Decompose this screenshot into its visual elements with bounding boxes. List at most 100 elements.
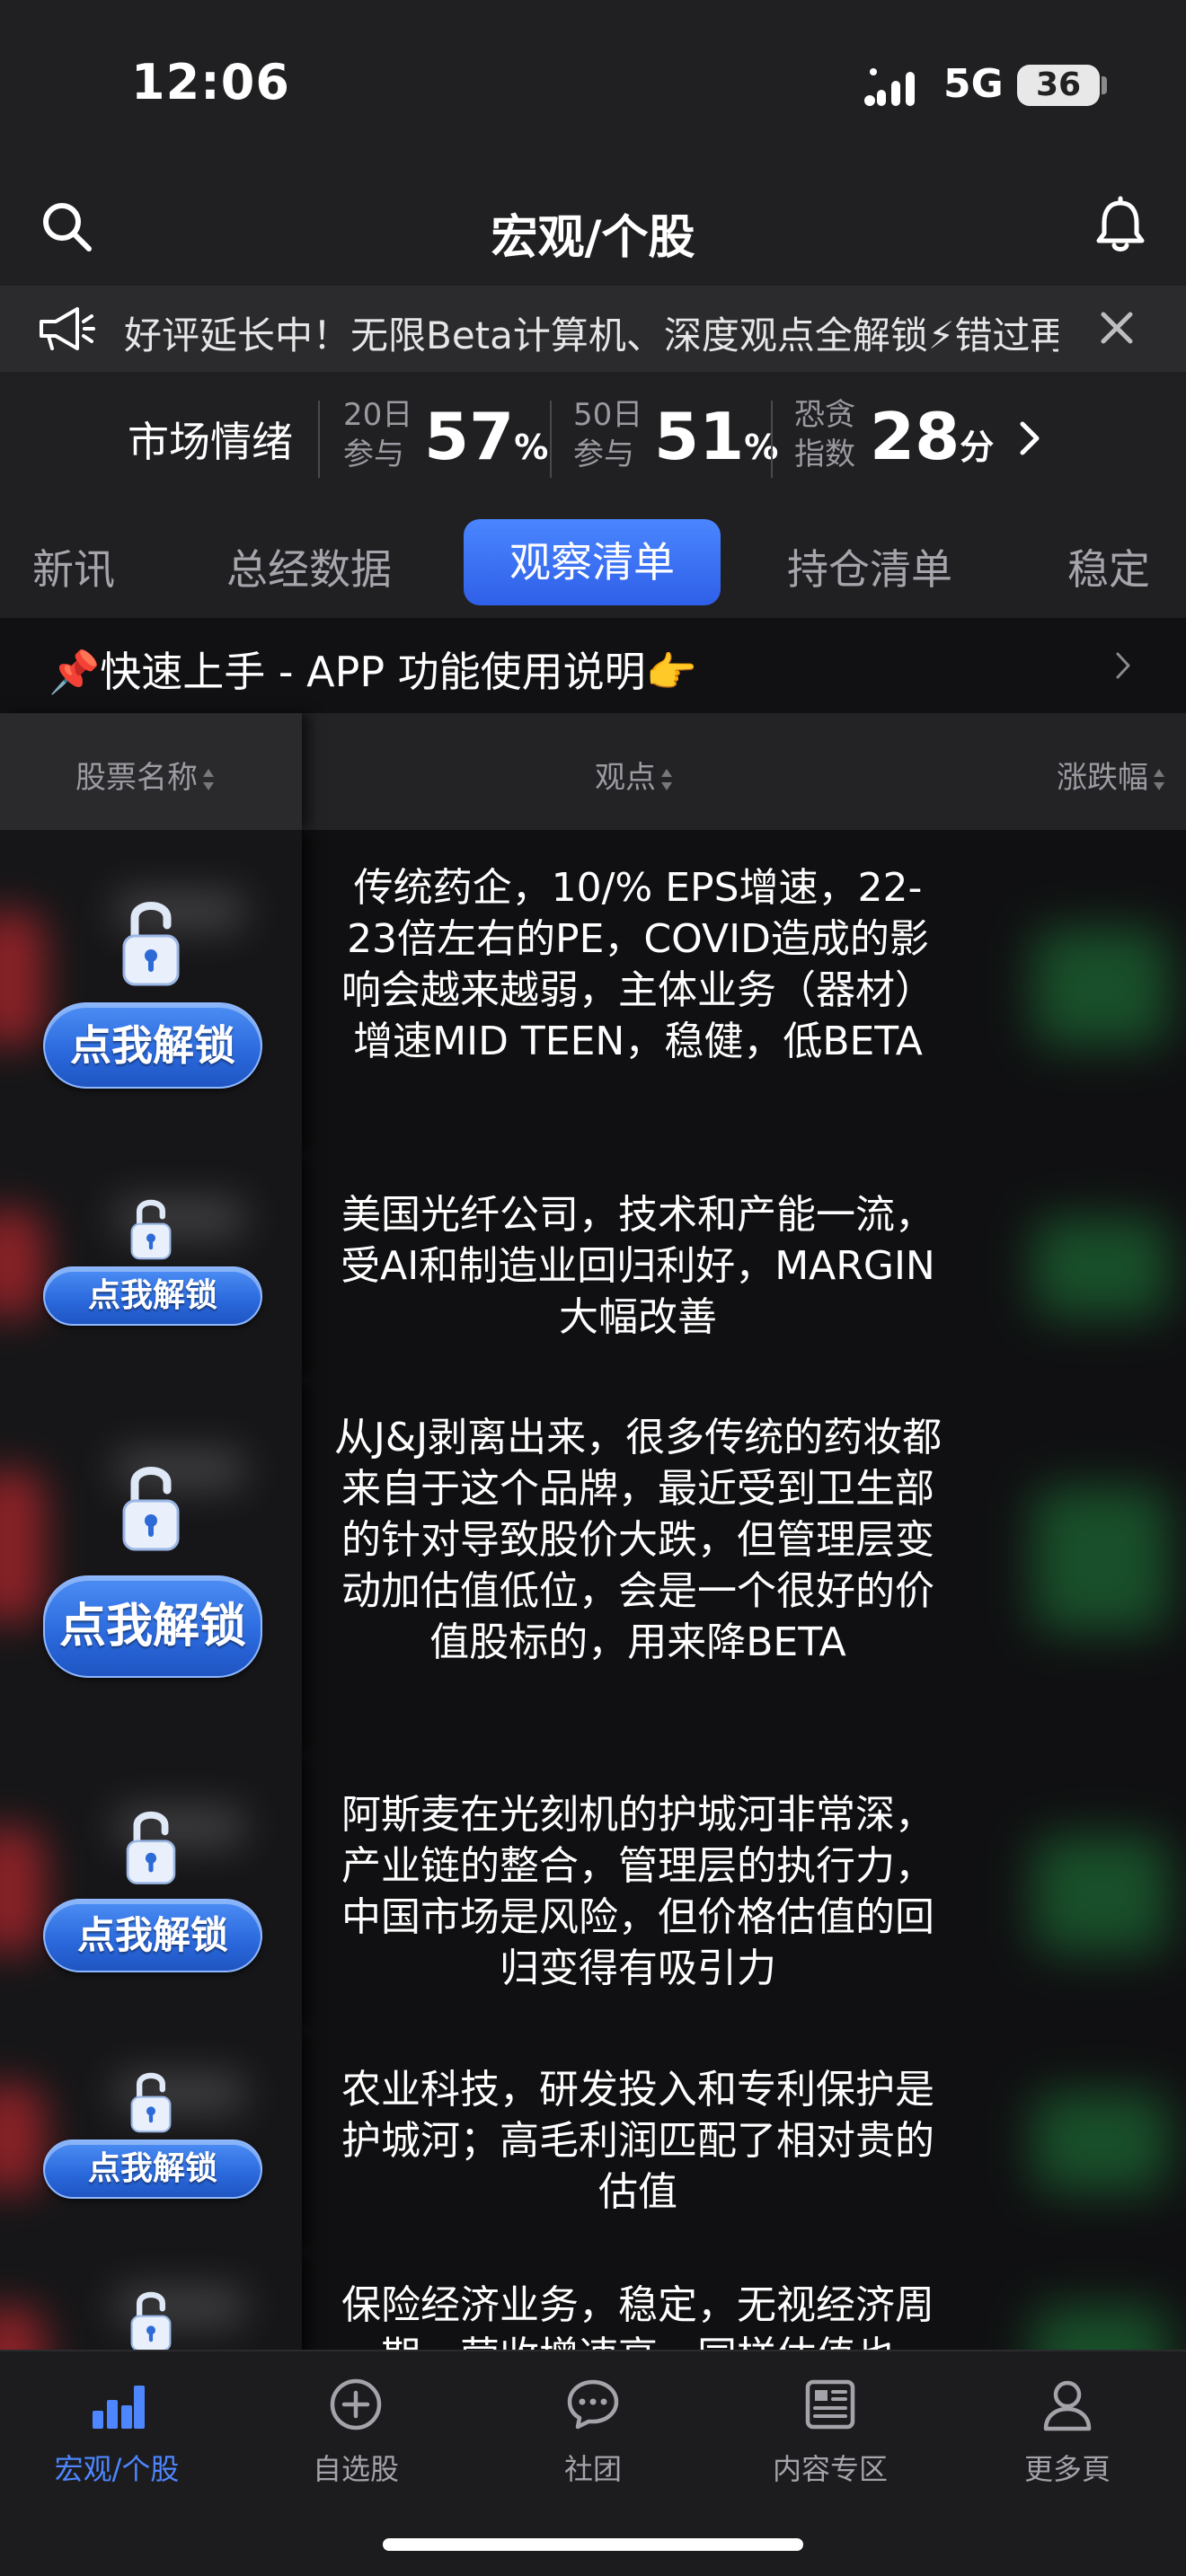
plus-circle-icon	[330, 2378, 382, 2430]
blurred-change	[1033, 929, 1168, 1045]
unlock-button[interactable]: 点我解锁	[43, 1575, 262, 1678]
view-text: 传统药企，10/% EPS增速，22-23倍左右的PE，COVID造成的影响会越…	[341, 865, 934, 1064]
sort-icon[interactable]	[201, 763, 216, 796]
battery-cap	[1102, 76, 1107, 94]
blurred-stock-info	[0, 2084, 45, 2192]
lock-icon	[130, 2291, 172, 2350]
column-header-label: 股票名称	[75, 760, 198, 796]
table-row[interactable]: 点我解锁 传统药企，10/% EPS增速，22-23倍左右的PE，COVID造成…	[0, 830, 1186, 1157]
tab-macro-data[interactable]: 总经数据	[226, 537, 392, 596]
battery-indicator: 36	[1017, 65, 1100, 106]
cellular-signal-icon	[864, 68, 915, 106]
table-header: 股票名称 观点 涨跌幅	[0, 713, 1186, 830]
status-time: 12:06	[131, 54, 290, 110]
column-header-stock-name[interactable]: 股票名称	[75, 753, 216, 797]
blurred-stock-info	[0, 911, 45, 1045]
announcement-bar[interactable]: 好评延长中！无限Beta计算机、深度观点全解锁⚡错过再等一年	[0, 286, 1186, 372]
lock-icon	[130, 1199, 172, 1260]
tab-news[interactable]: 新讯	[32, 537, 115, 596]
breadth-20d-label: 20日 参与	[343, 395, 412, 474]
nav-label: 宏观/个股	[54, 2452, 180, 2486]
chevron-right-icon[interactable]	[1015, 419, 1042, 458]
lock-icon	[122, 902, 180, 986]
nav-label: 内容专区	[772, 2452, 888, 2486]
blurred-stock-info	[0, 2307, 45, 2350]
app-screen: 12:06 5G 36 宏观/个股 好评延长中！无限Beta计算机、深度观点全解…	[0, 0, 1186, 2576]
network-type: 5G	[943, 61, 1004, 107]
unlock-button[interactable]: 点我解锁	[43, 1266, 262, 1326]
nav-community[interactable]: 社团	[494, 2375, 692, 2488]
blurred-change	[1033, 1836, 1168, 1953]
stock-name-cell: 点我解锁	[0, 1155, 302, 1380]
unlock-button[interactable]: 点我解锁	[43, 2139, 262, 2199]
table-row[interactable]: 点我解锁 阿斯麦在光刻机的护城河非常深，产业链的整合，管理层的执行力，中国市场是…	[0, 1755, 1186, 2032]
nav-watchlist[interactable]: 自选股	[257, 2375, 455, 2488]
tab-holdings[interactable]: 持仓清单	[787, 537, 952, 596]
blurred-stock-info	[0, 1469, 45, 1622]
table-row[interactable]: 点我解锁 从J&J剥离出来，很多传统的药妆都来自于这个品牌，最近受到卫生部的针对…	[0, 1380, 1186, 1757]
tab-stable[interactable]: 稳定	[1067, 537, 1150, 596]
breadth-20d-value: 57%	[424, 399, 548, 474]
category-tabs: 新讯 总经数据 观察清单 持仓清单 稳定	[0, 507, 1186, 618]
breadth-20d-line1: 20日	[343, 397, 413, 433]
column-header-change[interactable]: 涨跌幅	[1057, 753, 1166, 797]
blurred-stock-info	[0, 1209, 45, 1317]
nav-label: 自选股	[312, 2452, 399, 2486]
breadth-50d-number: 51	[654, 399, 745, 474]
status-bar: 12:06 5G 36	[0, 0, 1186, 180]
quick-start-text[interactable]: 📌快速上手 - APP 功能使用说明👉	[49, 640, 697, 699]
fear-greed-label: 恐贪 指数	[794, 395, 855, 474]
table-row[interactable]: 保险经济业务，稳定，无视经济周期，营收增速高，同样估值也	[0, 2253, 1186, 2350]
announcement-text[interactable]: 好评延长中！无限Beta计算机、深度观点全解锁⚡错过再等一年	[124, 305, 1058, 360]
nav-more[interactable]: 更多頁	[969, 2375, 1166, 2488]
breadth-50d-value: 51%	[654, 399, 778, 474]
sort-icon[interactable]	[1152, 763, 1166, 796]
sort-icon[interactable]	[659, 763, 674, 796]
divider	[771, 401, 773, 478]
nav-macro-stocks[interactable]: 宏观/个股	[18, 2375, 216, 2488]
watchlist-table: 点我解锁 传统药企，10/% EPS增速，22-23倍左右的PE，COVID造成…	[0, 830, 1186, 2350]
bell-icon[interactable]	[1091, 196, 1150, 255]
blurred-change	[1033, 2093, 1168, 2192]
nav-content-zone[interactable]: 内容专区	[731, 2375, 929, 2488]
breadth-50d-label: 50日 参与	[573, 395, 642, 474]
column-header-view[interactable]: 观点	[595, 753, 674, 797]
fear-greed-number: 28	[870, 399, 960, 474]
table-row[interactable]: 点我解锁 农业科技，研发投入和专利保护是护城河；高毛利润匹配了相对贵的估值	[0, 2030, 1186, 2254]
newspaper-icon	[805, 2379, 855, 2430]
home-indicator[interactable]	[383, 2538, 803, 2551]
breadth-20d-number: 57	[424, 399, 515, 474]
top-header: 宏观/个股	[0, 180, 1186, 286]
chevron-right-icon[interactable]	[1114, 650, 1132, 681]
column-header-label: 涨跌幅	[1057, 760, 1148, 796]
blurred-change	[1033, 2307, 1168, 2350]
chat-bubble-icon	[567, 2379, 619, 2430]
view-text: 阿斯麦在光刻机的护城河非常深，产业链的整合，管理层的执行力，中国市场是风险，但价…	[341, 1792, 934, 1991]
megaphone-icon	[40, 307, 95, 350]
stock-name-cell: 点我解锁	[0, 1380, 302, 1755]
blurred-change	[1033, 1487, 1168, 1631]
blurred-stock-info	[0, 1827, 45, 1953]
quick-start-banner[interactable]: 📌快速上手 - APP 功能使用说明👉	[0, 618, 1186, 713]
unlock-button[interactable]: 点我解锁	[43, 1899, 262, 1972]
unlock-button[interactable]: 点我解锁	[43, 1002, 262, 1089]
stock-name-cell: 点我解锁	[0, 830, 302, 1155]
sentiment-label: 市场情绪	[128, 418, 293, 466]
fear-greed-line1: 恐贪	[794, 397, 855, 433]
close-icon[interactable]	[1094, 305, 1139, 350]
lock-icon	[126, 1811, 176, 1884]
bar-chart-icon	[93, 2386, 145, 2429]
view-text: 美国光纤公司，技术和产能一流，受AI和制造业回归利好，MARGIN大幅改善	[341, 1192, 935, 1340]
view-text: 保险经济业务，稳定，无视经济周期，营收增速高，同样估值也	[341, 2282, 934, 2350]
table-row[interactable]: 点我解锁 美国光纤公司，技术和产能一流，受AI和制造业回归利好，MARGIN大幅…	[0, 1155, 1186, 1381]
tab-watchlist[interactable]: 观察清单	[464, 519, 721, 605]
stock-name-cell	[0, 2253, 302, 2350]
stock-name-cell: 点我解锁	[0, 1755, 302, 2030]
fear-greed-value: 28分	[870, 399, 994, 474]
market-sentiment-bar[interactable]: 市场情绪 20日 参与 57% 50日 参与 51% 恐贪 指数 28分	[0, 372, 1186, 507]
breadth-50d-unit: %	[744, 428, 779, 467]
breadth-50d-line1: 50日	[573, 397, 643, 433]
view-text: 从J&J剥离出来，很多传统的药妆都来自于这个品牌，最近受到卫生部的针对导致股价大…	[333, 1415, 943, 1665]
page-title: 宏观/个股	[491, 211, 695, 265]
breadth-50d-line2: 参与	[573, 437, 634, 472]
